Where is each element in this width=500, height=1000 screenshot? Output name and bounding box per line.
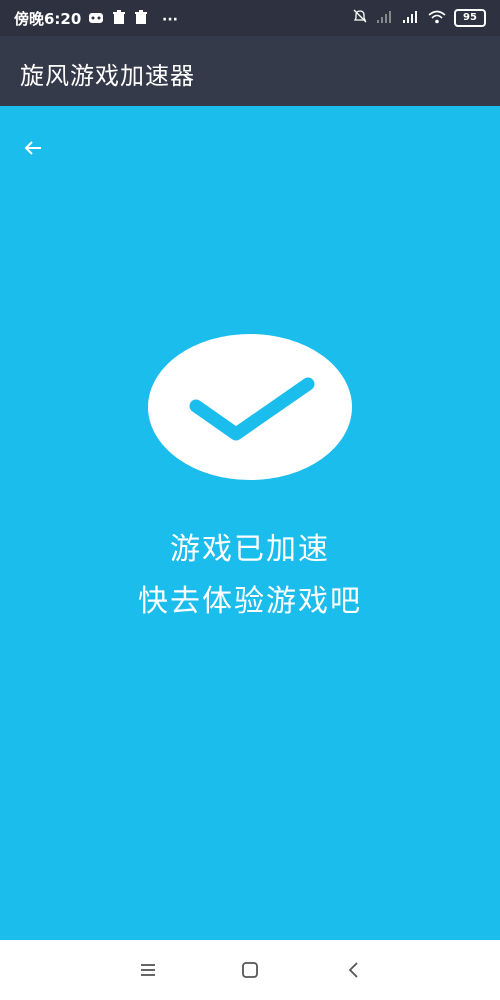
back-button[interactable] <box>20 134 48 162</box>
signal-icon <box>402 9 420 28</box>
battery-icon: 95 <box>454 9 486 27</box>
bell-off-icon <box>352 8 368 28</box>
success-badge <box>148 334 352 480</box>
status-icons-left: ··· <box>88 10 178 29</box>
status-time: 傍晚6:20 <box>14 10 82 28</box>
app-title: 旋风游戏加速器 <box>20 62 195 90</box>
back-chevron-icon <box>348 962 358 978</box>
home-square-icon <box>242 962 258 978</box>
nav-back-button[interactable] <box>342 958 366 982</box>
checkmark-icon <box>189 377 315 441</box>
status-icons-right: 95 <box>352 8 486 28</box>
home-button[interactable] <box>238 958 262 982</box>
navigation-bar <box>0 940 500 1000</box>
accelerated-message: 游戏已加速 <box>170 532 330 567</box>
app-bar: 旋风游戏加速器 <box>0 36 500 106</box>
more-icon: ··· <box>162 11 178 28</box>
menu-button[interactable] <box>136 958 160 982</box>
trash-icon <box>134 10 148 29</box>
play-prompt-message: 快去体验游戏吧 <box>138 584 362 619</box>
gamepad-icon <box>88 10 104 29</box>
status-bar: 傍晚6:20 ··· 95 <box>0 0 500 36</box>
wifi-icon <box>428 9 446 28</box>
trash-icon <box>112 10 126 29</box>
signal-weak-icon <box>376 9 394 28</box>
arrow-left-icon <box>24 141 41 155</box>
menu-icon <box>141 964 155 976</box>
content-area: 游戏已加速 快去体验游戏吧 <box>0 106 500 940</box>
